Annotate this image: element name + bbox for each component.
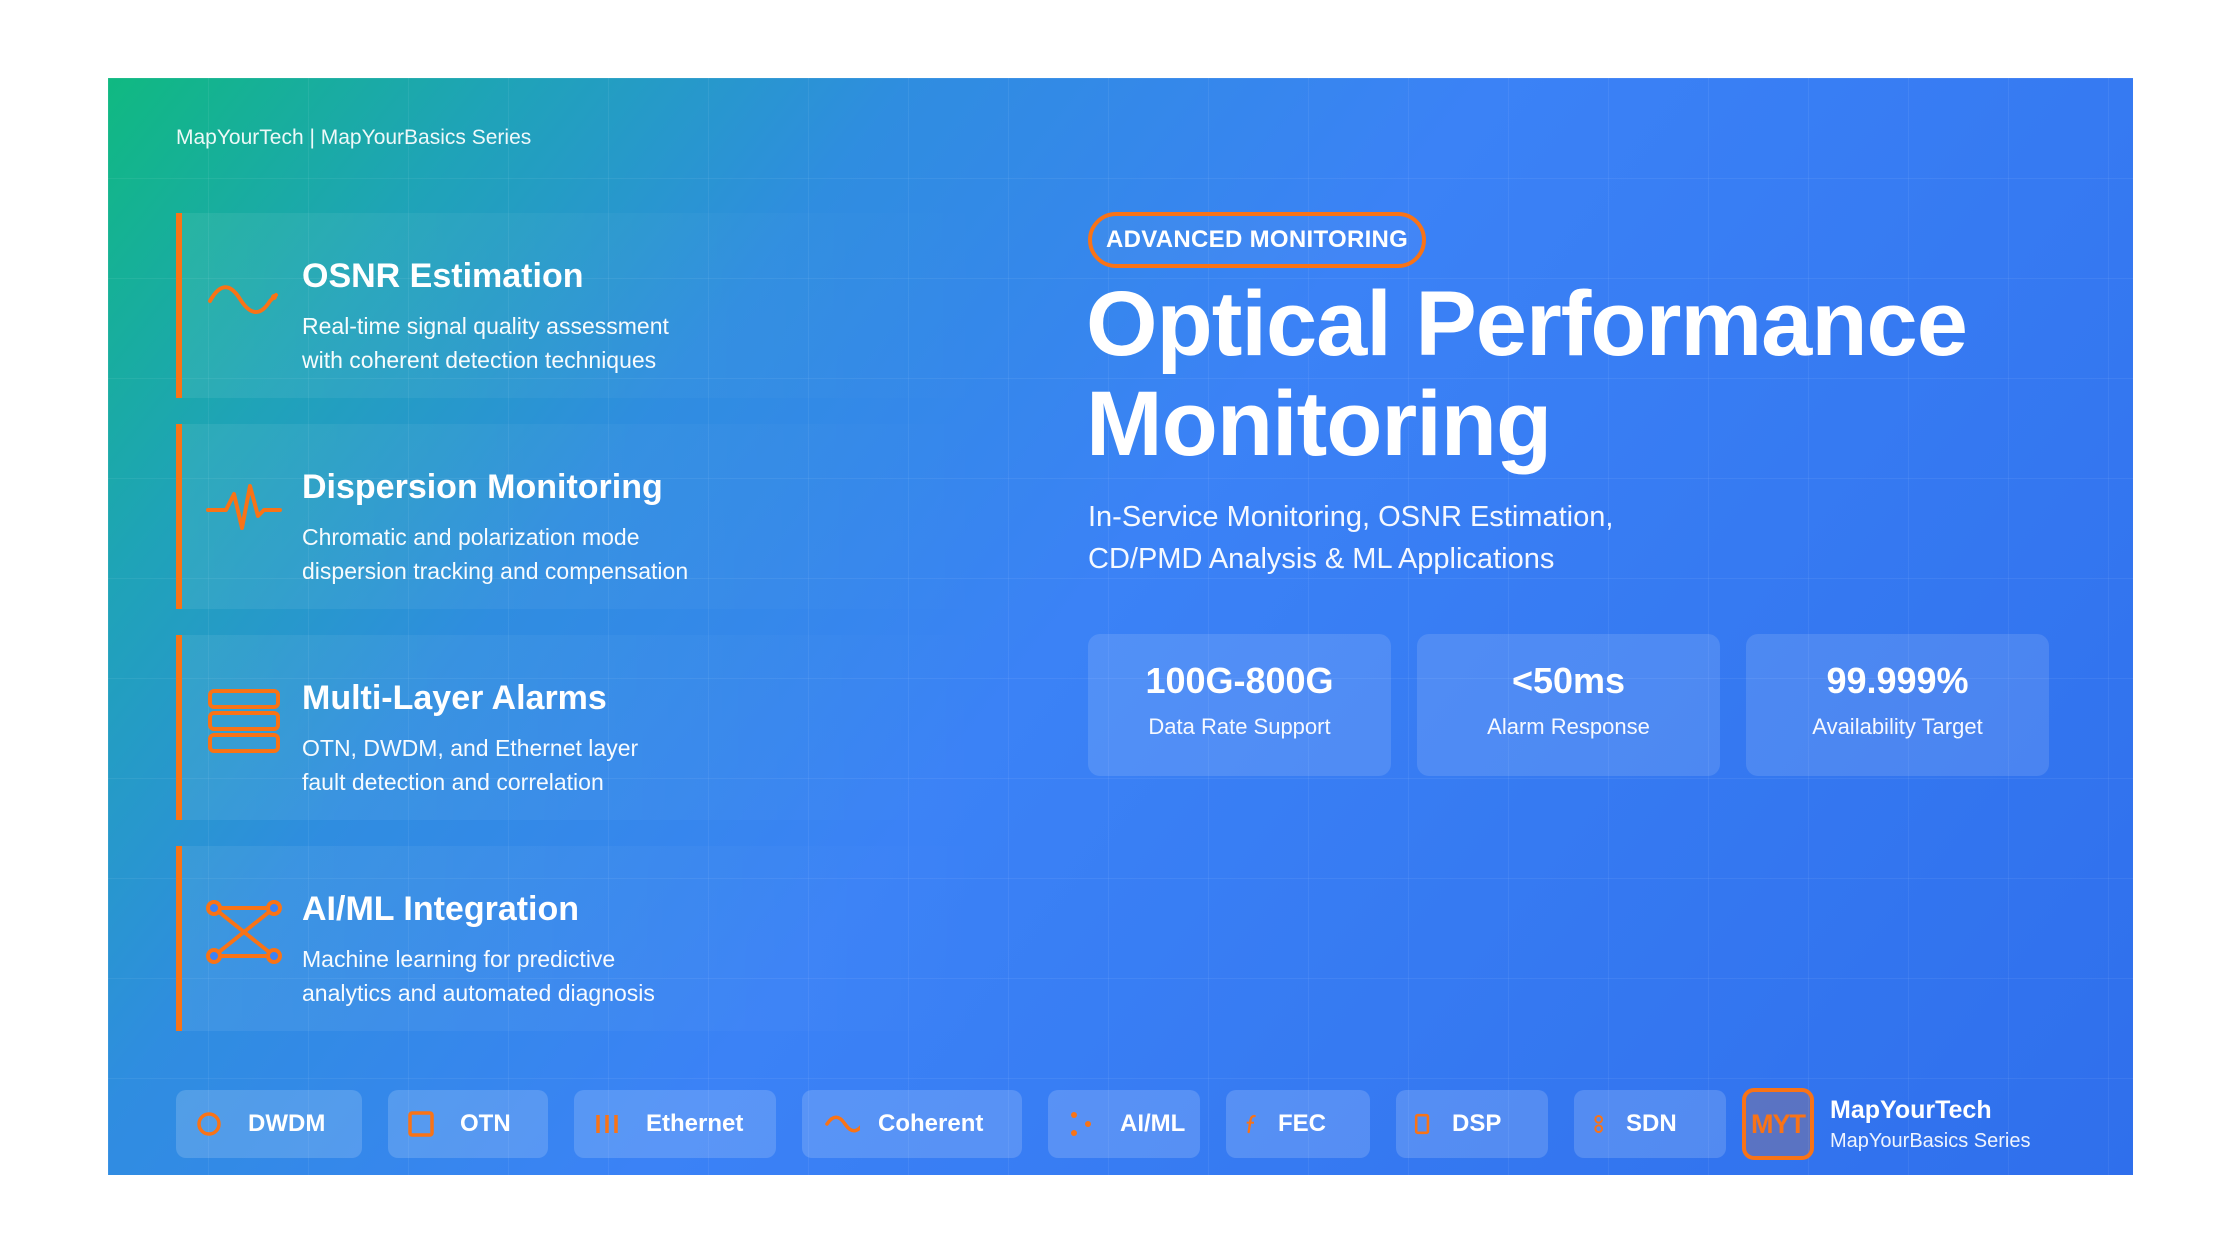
tag-coherent[interactable]: Coherent	[802, 1090, 1022, 1158]
stats-row: 100G-800G Data Rate Support <50ms Alarm …	[1088, 634, 2049, 776]
feature-card-alarms: Multi-Layer Alarms OTN, DWDM, and Ethern…	[176, 635, 996, 820]
stat-card-alarm-response: <50ms Alarm Response	[1417, 634, 1720, 776]
page-subtitle: In-Service Monitoring, OSNR Estimation, …	[1088, 496, 1788, 580]
page-subtitle-line: CD/PMD Analysis & ML Applications	[1088, 543, 1555, 575]
feature-description-line: fault detection and correlation	[302, 769, 604, 795]
feature-list: OSNR Estimation Real-time signal quality…	[176, 213, 996, 1057]
wave-icon	[208, 285, 278, 314]
network-icon	[206, 900, 282, 964]
dots-icon	[1071, 1112, 1091, 1136]
tag-dsp[interactable]: DSP	[1396, 1090, 1548, 1158]
pulse-icon	[206, 484, 282, 530]
feature-description: Real-time signal quality assessment with…	[302, 309, 862, 377]
feature-description: OTN, DWDM, and Ethernet layer fault dete…	[302, 731, 862, 799]
tag-fec[interactable]: FEC	[1226, 1090, 1370, 1158]
function-icon	[1246, 1114, 1256, 1134]
wave-icon	[825, 1115, 860, 1133]
stat-value: 99.999%	[1826, 660, 1969, 701]
ring-icon	[197, 1112, 221, 1136]
category-badge: ADVANCED MONITORING	[1088, 212, 1427, 268]
tag-label: SDN	[1626, 1110, 1677, 1137]
page-title-line: Optical Performance	[1086, 273, 1968, 375]
link-icon	[1594, 1115, 1603, 1133]
feature-description-line: OTN, DWDM, and Ethernet layer	[302, 735, 639, 761]
header-brand-line: MapYourTech | MapYourBasics Series	[176, 126, 532, 149]
feature-description-line: dispersion tracking and compensation	[302, 558, 689, 584]
feature-card-osnr: OSNR Estimation Real-time signal quality…	[176, 213, 996, 398]
tag-dwdm[interactable]: DWDM	[176, 1090, 362, 1158]
bars-icon	[596, 1115, 618, 1133]
brand-logo: MYT	[1742, 1088, 1814, 1160]
stat-card-data-rate: 100G-800G Data Rate Support	[1088, 634, 1391, 776]
feature-title: Multi-Layer Alarms	[302, 679, 607, 717]
page-subtitle-line: In-Service Monitoring, OSNR Estimation,	[1088, 501, 1614, 533]
tag-label: DSP	[1452, 1110, 1502, 1137]
tag-label: DWDM	[248, 1110, 326, 1137]
slide: MapYourTech | MapYourBasics Series OSNR …	[108, 78, 2133, 1175]
tag-label: OTN	[460, 1110, 511, 1137]
brand-series: MapYourBasics Series	[1830, 1130, 2031, 1152]
stat-card-availability: 99.999% Availability Target	[1746, 634, 2049, 776]
page-title: Optical Performance Monitoring	[1086, 274, 2086, 474]
feature-card-aiml: AI/ML Integration Machine learning for p…	[176, 846, 996, 1031]
chip-icon	[1414, 1113, 1430, 1135]
feature-title: OSNR Estimation	[302, 257, 584, 295]
tag-sdn[interactable]: SDN	[1574, 1090, 1726, 1158]
brand-name: MapYourTech	[1830, 1096, 1992, 1124]
stat-value: <50ms	[1511, 660, 1626, 701]
feature-card-dispersion: Dispersion Monitoring Chromatic and pola…	[176, 424, 996, 609]
stat-label: Data Rate Support	[1148, 714, 1331, 739]
stat-label: Availability Target	[1812, 714, 1983, 739]
feature-title: Dispersion Monitoring	[302, 468, 663, 506]
tag-label: Ethernet	[646, 1110, 744, 1137]
feature-description-line: Machine learning for predictive	[302, 946, 616, 972]
feature-description-line: with coherent detection techniques	[302, 347, 657, 373]
tag-label: AI/ML	[1120, 1110, 1186, 1137]
feature-title: AI/ML Integration	[302, 890, 580, 928]
tag-ethernet[interactable]: Ethernet	[574, 1090, 776, 1158]
feature-description-line: Real-time signal quality assessment	[302, 313, 669, 339]
feature-description-line: Chromatic and polarization mode	[302, 524, 640, 550]
feature-description-line: analytics and automated diagnosis	[302, 980, 655, 1006]
feature-description: Machine learning for predictive analytic…	[302, 942, 862, 1010]
tag-label: FEC	[1278, 1110, 1326, 1137]
page-title-line: Monitoring	[1086, 373, 1552, 475]
stat-label: Alarm Response	[1487, 714, 1650, 739]
feature-description: Chromatic and polarization mode dispersi…	[302, 520, 862, 588]
square-icon	[408, 1111, 434, 1137]
layers-icon	[208, 689, 280, 753]
tag-aiml[interactable]: AI/ML	[1048, 1090, 1200, 1158]
stat-value: 100G-800G	[1145, 660, 1334, 701]
tag-label: Coherent	[878, 1110, 984, 1137]
tag-otn[interactable]: OTN	[388, 1090, 548, 1158]
